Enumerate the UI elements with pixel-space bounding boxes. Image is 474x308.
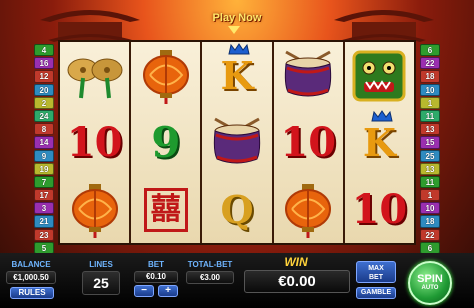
payline-indicator-right: 13	[420, 123, 440, 136]
payline-indicator-left: 8	[34, 123, 54, 136]
reel-cell: 10	[274, 109, 343, 176]
reel-cell	[345, 42, 414, 109]
payline-indicator-left: 21	[34, 215, 54, 228]
crown-icon	[228, 43, 251, 55]
lines-label: LINES	[89, 260, 113, 269]
payline-indicator-left: 12	[34, 70, 54, 83]
rules-button[interactable]: RULES	[10, 287, 54, 299]
payline-indicator-left: 23	[34, 228, 54, 241]
payline-indicator-left: 20	[34, 83, 54, 96]
lines-value[interactable]: 25	[82, 271, 120, 295]
payline-indicator-left: 16	[34, 57, 54, 70]
payline-indicator-right: 13	[420, 162, 440, 175]
reel-1: 10	[60, 42, 132, 243]
payline-indicator-right: 6	[420, 44, 440, 57]
balance-label: BALANCE	[11, 260, 51, 269]
crown-icon	[371, 110, 393, 122]
max-bet-button[interactable]: MAX BET	[356, 261, 396, 283]
payline-indicator-right: 10	[420, 83, 440, 96]
payline-indicator-left: 14	[34, 136, 54, 149]
payline-indicator-right: 22	[420, 228, 440, 241]
payline-indicator-right: 10	[420, 202, 440, 215]
payline-indicator-left: 3	[34, 202, 54, 215]
lion-head-icon	[352, 50, 406, 101]
payline-indicator-left: 9	[34, 149, 54, 162]
spin-button[interactable]: SPIN AUTO	[408, 261, 452, 305]
reel-cell	[274, 176, 343, 243]
payline-indicator-right: 22	[420, 57, 440, 70]
cymbals-icon	[67, 58, 123, 98]
payline-indicator-right: 18	[420, 215, 440, 228]
payline-indicator-right: 11	[420, 175, 440, 189]
bet-increase-button[interactable]: +	[158, 285, 178, 297]
balance-value: €1,000.50	[6, 271, 56, 284]
reel-cell: 10	[60, 109, 129, 176]
king-letter: K	[220, 53, 254, 98]
payline-indicator-left: 7	[34, 175, 54, 189]
payline-indicator-right: 15	[420, 136, 440, 149]
lantern-icon	[71, 183, 118, 238]
nine-symbol: 9	[151, 118, 181, 167]
spin-label: SPIN	[417, 273, 443, 285]
king-symbol: K	[220, 43, 254, 98]
reel-4: 10	[273, 42, 345, 243]
total-bet-value: €3.00	[186, 271, 234, 284]
payline-indicator-left: 2	[34, 96, 54, 109]
lantern-icon	[142, 49, 189, 104]
reel-5: K 10	[344, 42, 415, 243]
payline-indicator-right: 25	[420, 149, 440, 162]
double-happiness-symbol: 囍	[143, 187, 188, 232]
play-now-label[interactable]: Play Now	[200, 12, 274, 24]
drum-icon	[285, 50, 332, 96]
bet-value: €0.10	[134, 271, 178, 283]
bet-decrease-button[interactable]: −	[134, 285, 154, 297]
payline-indicator-right: 18	[420, 70, 440, 83]
total-bet-label: TOTAL-BET	[187, 260, 233, 269]
payline-indicator-left: 17	[34, 189, 54, 202]
win-value: €0.00	[244, 270, 350, 293]
lantern-icon	[285, 183, 332, 238]
reel-2: 9囍	[131, 42, 203, 243]
slot-game: Play Now 4 16 12 20 2 24 8 14 9 19 7 17 3 21 23 5 6 22 18…	[0, 0, 474, 308]
reel-cell: 10	[345, 176, 414, 243]
king-letter: K	[362, 120, 396, 165]
reel-cell: K	[345, 109, 414, 176]
gamble-button[interactable]: GAMBLE	[356, 287, 396, 299]
queen-symbol: Q	[220, 187, 254, 232]
payline-indicator-right: 1	[420, 189, 440, 202]
drum-icon	[213, 117, 261, 163]
ten-symbol: 10	[66, 119, 123, 166]
payline-indicator-right: 11	[420, 109, 440, 123]
bet-label: BET	[148, 260, 164, 269]
auto-label: AUTO	[421, 285, 439, 291]
payline-indicator-left: 24	[34, 109, 54, 123]
reel-cell	[202, 109, 271, 176]
paylines-left: 4 16 12 20 2 24 8 14 9 19 7 17 3 21 23 5	[34, 44, 54, 254]
reel-3: KQ	[202, 42, 274, 243]
reel-cell	[131, 42, 200, 109]
reel-grid: 10 9 囍 K Q 10 K 10	[58, 40, 416, 245]
reel-cell: K	[202, 42, 271, 109]
reel-cell: Q	[202, 176, 271, 243]
king-symbol: K	[362, 110, 396, 165]
payline-indicator-left: 19	[34, 162, 54, 175]
payline-indicator-right: 1	[420, 96, 440, 109]
control-panel: BALANCE €1,000.50 RULES LINES 25 BET €0.…	[0, 253, 474, 308]
reel-cell: 9	[131, 109, 200, 176]
payline-indicator-left: 4	[34, 44, 54, 57]
ten-symbol: 10	[351, 186, 408, 233]
play-now-arrow-icon	[228, 26, 240, 34]
reel-cell: 囍	[131, 176, 200, 243]
reel-cell	[60, 42, 129, 109]
reel-cell	[274, 42, 343, 109]
reel-cell	[60, 176, 129, 243]
ten-symbol: 10	[280, 119, 337, 166]
win-label: WIN	[284, 255, 308, 269]
paylines-right: 6 22 18 10 1 11 13 15 25 13 11 1 10 18 22 6	[420, 44, 440, 254]
